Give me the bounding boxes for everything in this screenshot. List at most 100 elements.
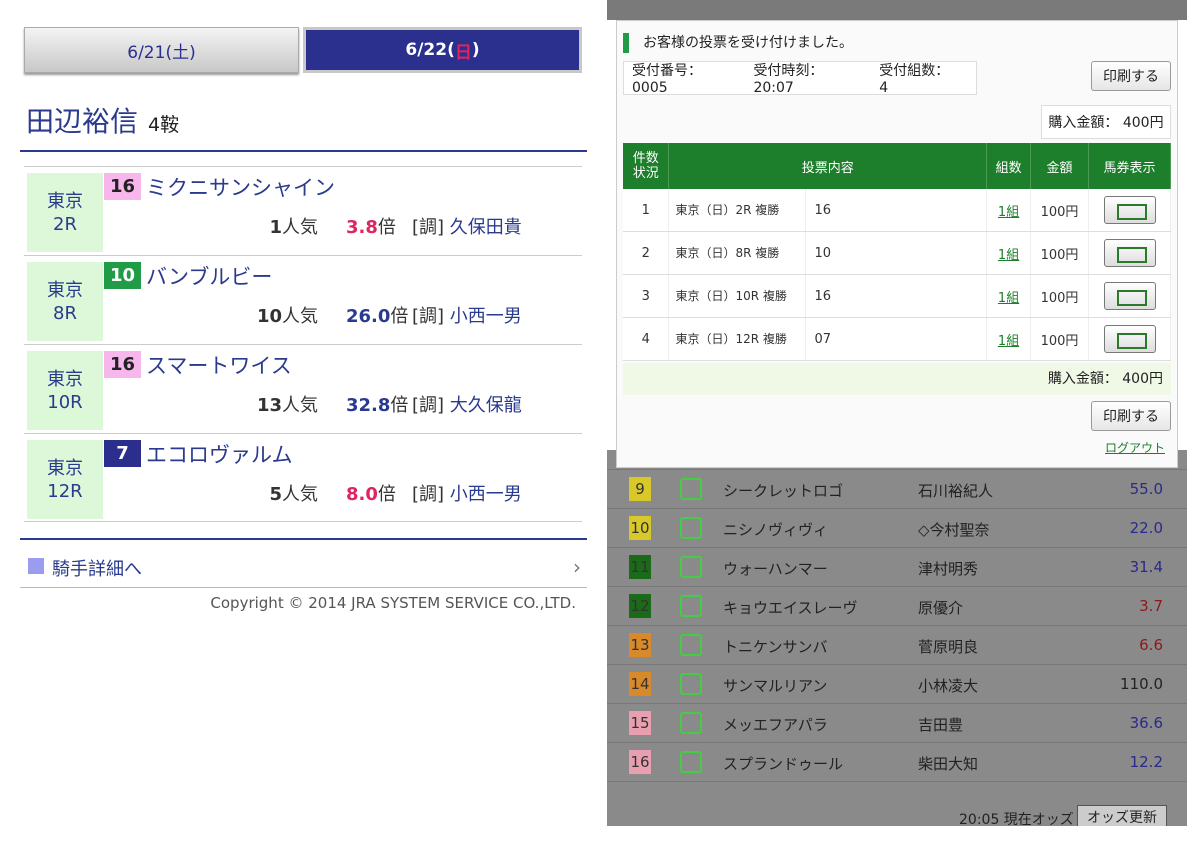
select-checkbox[interactable] bbox=[680, 478, 702, 500]
trainer-name[interactable]: 大久保龍 bbox=[450, 395, 522, 416]
tab-6-21[interactable]: 6/21(土) bbox=[24, 27, 299, 73]
horse-name: ウォーハンマー bbox=[723, 560, 828, 578]
bet-horse: 16 bbox=[805, 189, 831, 231]
bet-amount: 100円 bbox=[1030, 274, 1089, 318]
odds-unit: 倍 bbox=[390, 395, 409, 416]
popularity: 5人気 bbox=[269, 480, 318, 506]
odds-value: 32.8 bbox=[346, 395, 391, 416]
horse-name: シークレットロゴ bbox=[723, 482, 844, 500]
jockey-name: 原優介 bbox=[918, 599, 964, 617]
horse-name: サンマルリアン bbox=[723, 677, 828, 695]
horse-number: 10 bbox=[629, 516, 651, 540]
odds-unit: 倍 bbox=[377, 217, 396, 238]
bet-race: 東京（日）2R 複勝 bbox=[675, 203, 780, 217]
date-tabs: 6/21(土) 6/22(日) bbox=[24, 27, 582, 73]
table-total: 購入金額： 400円 bbox=[623, 363, 1171, 395]
ticket-icon[interactable] bbox=[1103, 282, 1156, 310]
bet-content: 東京（日）12R 複勝 07 bbox=[668, 317, 988, 361]
horse-number: 12 bbox=[629, 594, 651, 618]
bet-no: 3 bbox=[623, 274, 670, 318]
race-row[interactable]: 東京 12R 7 エコロヴァルム 5人気 8.0倍 [調] 小西一男 bbox=[24, 433, 582, 522]
col-sets: 組数 bbox=[986, 143, 1032, 189]
horse-name[interactable]: エコロヴァルム bbox=[146, 439, 293, 469]
race-cell: 東京 10R bbox=[27, 351, 103, 430]
trainer-tag: [調] bbox=[412, 217, 445, 238]
tab-label-end: ) bbox=[471, 40, 480, 60]
odds-footer: 20:05 現在オッズ オッズ更新 bbox=[607, 801, 1187, 826]
bet-amount: 100円 bbox=[1030, 189, 1089, 232]
trainer-tag: [調] bbox=[412, 484, 445, 505]
receipt-info: 受付番号： 0005 受付時刻： 20:07 受付組数： 4 bbox=[623, 61, 977, 96]
odds-row: 15 メッエフアパラ 吉田豊 36.6 bbox=[607, 704, 1187, 743]
popularity: 13人気 bbox=[257, 391, 318, 417]
select-checkbox[interactable] bbox=[680, 751, 702, 773]
ticket-icon[interactable] bbox=[1103, 325, 1156, 353]
jockey-detail-link[interactable]: 騎手詳細へ › bbox=[20, 550, 587, 588]
ticket-icon[interactable] bbox=[1103, 196, 1156, 224]
odds-row: 14 サンマルリアン 小林凌大 110.0 bbox=[607, 665, 1187, 704]
bet-row: 2 東京（日）8R 複勝 10 1組 100円 bbox=[623, 231, 1171, 275]
odds-row: 10 ニシノヴィヴィ ◇今村聖奈 22.0 bbox=[607, 509, 1187, 548]
bet-sets-link[interactable]: 1組 bbox=[986, 189, 1032, 232]
pop-unit: 人気 bbox=[282, 484, 318, 505]
jockey-name: 田辺裕信 bbox=[26, 105, 139, 138]
logout-link[interactable]: ログアウト bbox=[1105, 439, 1165, 456]
trainer-name[interactable]: 小西一男 bbox=[450, 306, 522, 327]
select-checkbox[interactable] bbox=[680, 673, 702, 695]
trainer-name[interactable]: 久保田貴 bbox=[450, 217, 522, 238]
bet-row: 3 東京（日）10R 複勝 16 1組 100円 bbox=[623, 274, 1171, 318]
race-row[interactable]: 東京 8R 10 バンブルビー 10人気 26.0倍 [調] 小西一男 bbox=[24, 255, 582, 344]
jockey-title: 田辺裕信 4鞍 bbox=[26, 100, 179, 140]
horse-name: スプランドゥール bbox=[723, 755, 844, 773]
bet-rows: 1 東京（日）2R 複勝 16 1組 100円 2 東京（日）8R 複勝 10 1組 100円 3 東… bbox=[623, 189, 1171, 361]
venue: 東京 bbox=[47, 457, 83, 479]
odds-value: 12.2 bbox=[1129, 753, 1163, 771]
odds-value: 26.0 bbox=[346, 306, 391, 327]
receipt-number: 受付番号： 0005 bbox=[632, 63, 702, 96]
tab-6-22[interactable]: 6/22(日) bbox=[303, 27, 582, 73]
col-status: 件数 状況 bbox=[623, 143, 670, 189]
bet-race: 東京（日）8R 複勝 bbox=[675, 246, 780, 260]
ticket-icon[interactable] bbox=[1103, 239, 1156, 267]
horse-name[interactable]: バンブルビー bbox=[146, 261, 272, 291]
odds: 3.8倍 bbox=[346, 213, 396, 239]
trainer: [調] 小西一男 bbox=[412, 480, 522, 506]
trainer-name[interactable]: 小西一男 bbox=[450, 484, 522, 505]
select-checkbox[interactable] bbox=[680, 634, 702, 656]
bet-row: 1 東京（日）2R 複勝 16 1組 100円 bbox=[623, 189, 1171, 232]
jockey-name: ◇今村聖奈 bbox=[918, 521, 990, 539]
odds-value: 8.0 bbox=[346, 484, 378, 505]
voting-panel: 9 シークレットロゴ 石川裕紀人 55.0 10 ニシノヴィヴィ ◇今村聖奈 22.0 11 ウォ… bbox=[607, 0, 1187, 826]
odds-row: 11 ウォーハンマー 津村明秀 31.4 bbox=[607, 548, 1187, 587]
print-button-bottom[interactable]: 印刷する bbox=[1091, 401, 1171, 431]
ticket-cell bbox=[1088, 189, 1171, 232]
print-button[interactable]: 印刷する bbox=[1091, 61, 1171, 91]
bet-sets-link[interactable]: 1組 bbox=[986, 317, 1032, 361]
tab-label: 6/21(土) bbox=[127, 42, 196, 63]
jockey-name: 津村明秀 bbox=[918, 560, 979, 578]
trainer: [調] 大久保龍 bbox=[412, 391, 522, 417]
modal-heading: お客様の投票を受け付けました。 bbox=[623, 33, 853, 53]
odds: 32.8倍 bbox=[346, 391, 408, 417]
horse-name[interactable]: スマートワイス bbox=[146, 350, 292, 380]
receipt-count: 受付組数： 4 bbox=[879, 63, 950, 96]
trainer: [調] 久保田貴 bbox=[412, 213, 522, 239]
bet-horse: 16 bbox=[805, 275, 831, 317]
horse-number: 16 bbox=[629, 750, 651, 774]
bet-sets-link[interactable]: 1組 bbox=[986, 231, 1032, 275]
odds-value: 110.0 bbox=[1120, 675, 1163, 693]
select-checkbox[interactable] bbox=[680, 595, 702, 617]
race-number: 10R bbox=[47, 391, 83, 413]
race-row[interactable]: 東京 2R 16 ミクニサンシャイン 1人気 3.8倍 [調] 久保田貴 bbox=[24, 166, 582, 255]
select-checkbox[interactable] bbox=[680, 517, 702, 539]
bet-sets-link[interactable]: 1組 bbox=[986, 274, 1032, 318]
horse-name[interactable]: ミクニサンシャイン bbox=[146, 172, 335, 202]
horse-name: メッエフアパラ bbox=[723, 716, 828, 734]
col-content: 投票内容 bbox=[668, 143, 988, 189]
odds-time: 20:05 現在オッズ bbox=[959, 812, 1074, 826]
select-checkbox[interactable] bbox=[680, 712, 702, 734]
select-checkbox[interactable] bbox=[680, 556, 702, 578]
ticket-cell bbox=[1088, 274, 1171, 318]
race-row[interactable]: 東京 10R 16 スマートワイス 13人気 32.8倍 [調] 大久保龍 bbox=[24, 344, 582, 433]
odds-refresh-button[interactable]: オッズ更新 bbox=[1077, 805, 1167, 826]
